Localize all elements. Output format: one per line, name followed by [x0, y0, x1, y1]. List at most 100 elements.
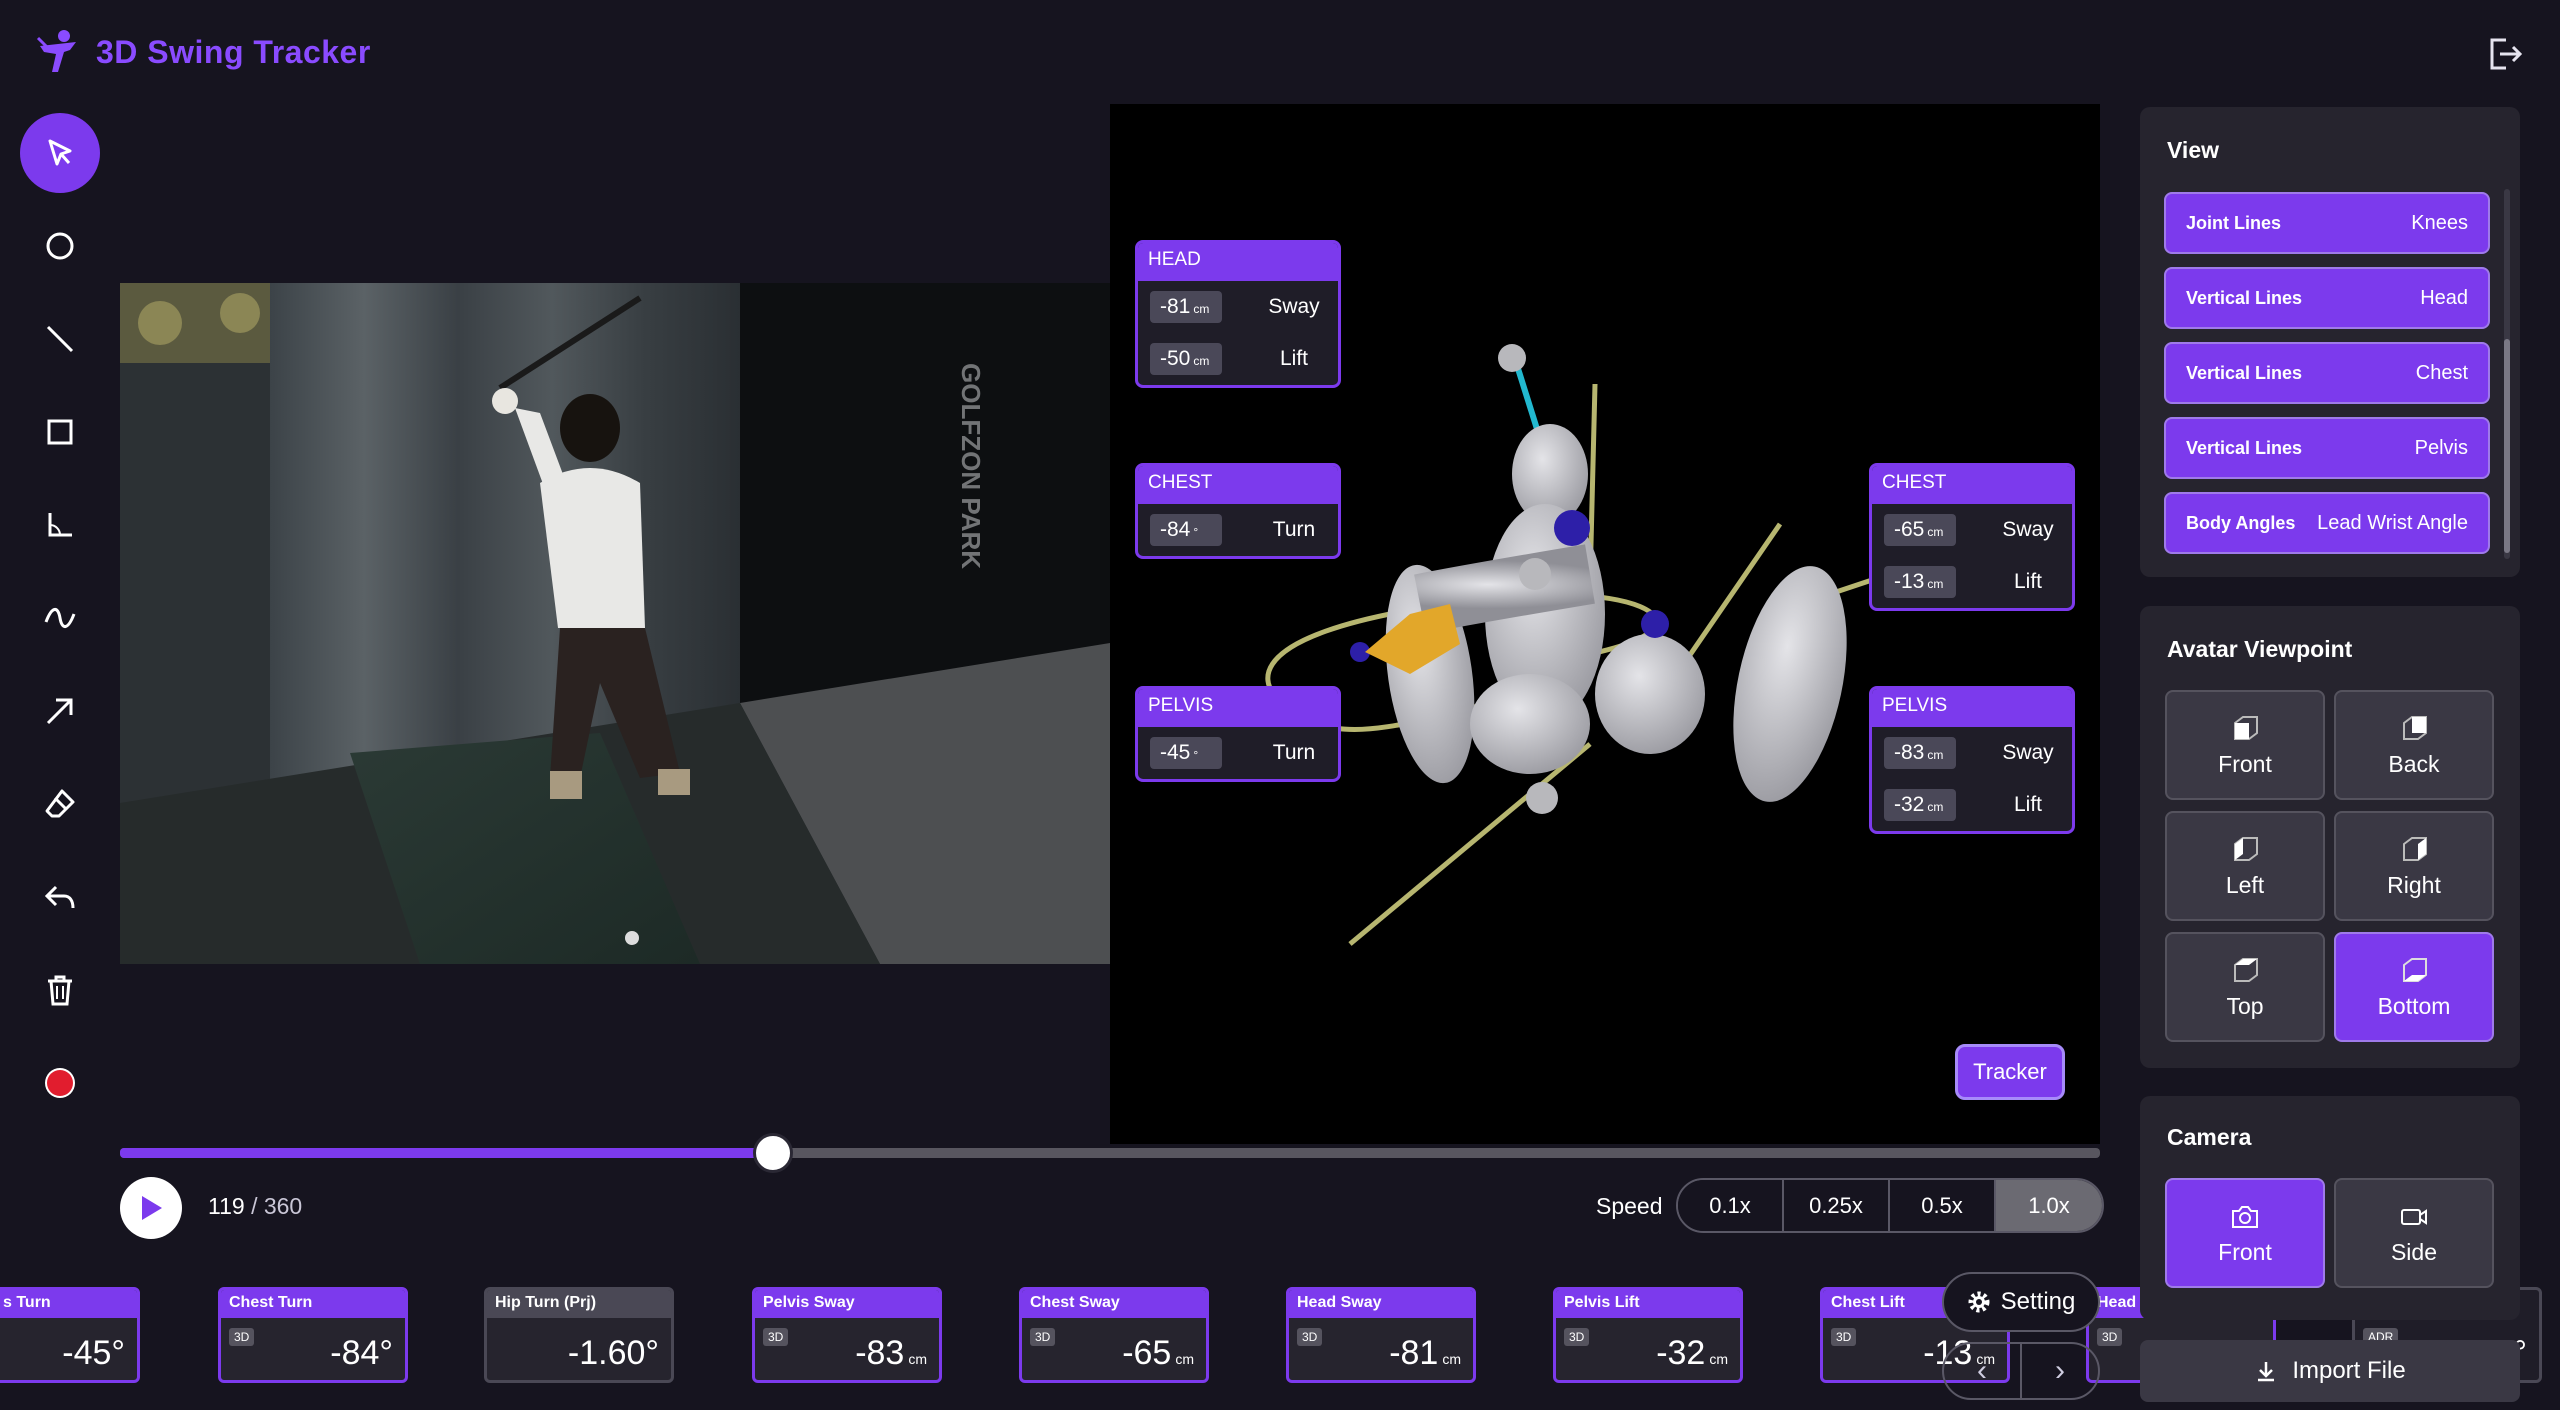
head-lift-label: Lift	[1279, 347, 1308, 370]
metric-value: -81	[1389, 1334, 1439, 1372]
viewpoint-right-label: Right	[2387, 871, 2441, 898]
timeline-scrubber-handle[interactable]	[753, 1133, 794, 1173]
setting-button[interactable]: Setting	[1942, 1272, 2100, 1332]
camera-side-button[interactable]: Side	[2334, 1178, 2494, 1288]
metric-card[interactable]: Chest Turn 3D -84°	[218, 1287, 408, 1383]
3d-badge: 3D	[1831, 1328, 1857, 1346]
eraser-tool-button[interactable]	[20, 764, 100, 844]
camera-front-button[interactable]: Front	[2165, 1178, 2325, 1288]
circle-tool-button[interactable]	[20, 206, 100, 286]
metric-value: -32	[1656, 1334, 1706, 1372]
cube-right-icon	[2403, 836, 2427, 861]
chest-sway-row: -65 cm Sway	[1872, 504, 2072, 556]
viewpoint-front-button[interactable]: Front	[2165, 690, 2325, 800]
avatar-3d-viewport[interactable]: HEAD -81 cm Sway -50 cm Lift CHEST -84 ° Tu…	[1110, 104, 2100, 1144]
playback-timeline[interactable]	[120, 1133, 2100, 1173]
drawing-toolbar	[20, 113, 100, 1136]
import-file-label: Import File	[2292, 1357, 2406, 1384]
metric-label: Hip Turn (Prj)	[487, 1290, 671, 1318]
view-item-category: Vertical Lines	[2186, 287, 2303, 308]
pelvis-lift-label: Lift	[2013, 793, 2042, 816]
chest-lift-row: -13 cm Lift	[1872, 556, 2072, 608]
trash-icon	[48, 975, 72, 1006]
curve-tool-button[interactable]	[20, 578, 100, 658]
metric-label: Chest Sway	[1022, 1290, 1206, 1318]
pelvis-turn-card-title: PELVIS	[1138, 689, 1338, 727]
record-tool-button[interactable]	[20, 1043, 100, 1123]
metric-card[interactable]: Head Sway 3D -81 cm	[1286, 1287, 1476, 1383]
view-panel: View Joint Lines Knees Vertical Lines He…	[2140, 107, 2520, 577]
pelvis-sway-lift-card: PELVIS -83 cm Sway -32 cm Lift	[1869, 686, 2075, 834]
metric-label: Head Sway	[1289, 1290, 1473, 1318]
metric-value: -83	[855, 1334, 905, 1372]
rectangle-tool-button[interactable]	[20, 392, 100, 472]
view-item-vertical-lines-chest[interactable]: Vertical Lines Chest	[2164, 342, 2490, 404]
undo-tool-button[interactable]	[20, 857, 100, 937]
view-item-vertical-lines-head[interactable]: Vertical Lines Head	[2164, 267, 2490, 329]
speed-selector: 0.1x 0.25x 0.5x 1.0x	[1676, 1178, 2104, 1233]
logout-icon[interactable]	[2484, 34, 2524, 74]
viewpoint-left-button[interactable]: Left	[2165, 811, 2325, 921]
pelvis-lift-value: -32	[1894, 793, 1925, 816]
view-item-value: Chest	[2415, 361, 2468, 384]
metric-card[interactable]: Pelvis Lift 3D -32 cm	[1553, 1287, 1743, 1383]
line-tool-button[interactable]	[20, 299, 100, 379]
tracker-button[interactable]: Tracker	[1955, 1044, 2065, 1100]
metric-card[interactable]: Hip Turn (Prj) -1.60°	[484, 1287, 674, 1383]
chest-sway-lift-card: CHEST -65 cm Sway -13 cm Lift	[1869, 463, 2075, 611]
eraser-icon	[45, 789, 75, 818]
pelvis-sway-lift-card-title: PELVIS	[1872, 689, 2072, 727]
metric-card[interactable]: Chest Sway 3D -65 cm	[1019, 1287, 1209, 1383]
cube-left-icon	[2234, 836, 2258, 861]
angle-icon	[48, 513, 72, 537]
chevron-right-icon[interactable]: ›	[2022, 1344, 2098, 1398]
metric-label: s Turn	[0, 1290, 137, 1318]
arrow-tool-button[interactable]	[20, 671, 100, 751]
camera-front-label: Front	[2218, 1238, 2272, 1265]
angle-tool-button[interactable]	[20, 485, 100, 565]
metric-strip-nav: ‹ ›	[1942, 1342, 2100, 1400]
frame-counter: 119 / 360	[208, 1193, 302, 1220]
view-panel-scroll-thumb[interactable]	[2504, 339, 2510, 553]
view-item-joint-lines-knees[interactable]: Joint Lines Knees	[2164, 192, 2490, 254]
trash-tool-button[interactable]	[20, 950, 100, 1030]
viewpoint-bottom-button[interactable]: Bottom	[2334, 932, 2494, 1042]
head-sway-label: Sway	[1268, 295, 1320, 318]
viewpoint-top-button[interactable]: Top	[2165, 932, 2325, 1042]
speed-option-0-25x[interactable]: 0.25x	[1784, 1180, 1890, 1231]
view-panel-scrollbar[interactable]	[2504, 189, 2510, 559]
view-item-vertical-lines-pelvis[interactable]: Vertical Lines Pelvis	[2164, 417, 2490, 479]
timeline-progress-fill	[120, 1148, 774, 1158]
app-logo: 3D Swing Tracker	[36, 28, 371, 76]
pelvis-turn-row: -45 ° Turn	[1138, 727, 1338, 779]
viewpoint-left-label: Left	[2225, 871, 2265, 898]
chevron-left-icon[interactable]: ‹	[1944, 1344, 2022, 1398]
play-button[interactable]	[120, 1177, 182, 1239]
swing-video-frame[interactable]: GOLFZON PARK	[120, 283, 1110, 964]
metric-card[interactable]: Pelvis Sway 3D -83 cm	[752, 1287, 942, 1383]
pelvis-sway-value: -83	[1894, 741, 1925, 764]
viewpoint-back-label: Back	[2388, 750, 2440, 777]
import-file-button[interactable]: Import File	[2140, 1340, 2520, 1402]
golfer-video-image: GOLFZON PARK	[120, 283, 1110, 964]
speed-option-0-5x[interactable]: 0.5x	[1890, 1180, 1996, 1231]
chest-turn-value: -84	[1160, 518, 1191, 541]
viewpoint-back-button[interactable]: Back	[2334, 690, 2494, 800]
golfer-logo-icon	[36, 30, 76, 72]
cube-front-icon	[2234, 715, 2258, 740]
pelvis-turn-label: Turn	[1272, 741, 1316, 764]
viewpoint-right-button[interactable]: Right	[2334, 811, 2494, 921]
speed-option-1-0x[interactable]: 1.0x	[1996, 1180, 2102, 1231]
pointer-tool-button[interactable]	[20, 113, 100, 193]
pelvis-lift-row: -32 cm Lift	[1872, 779, 2072, 831]
view-item-body-angles-lead-wrist[interactable]: Body Angles Lead Wrist Angle	[2164, 492, 2490, 554]
camera-panel-title: Camera	[2167, 1124, 2252, 1150]
avatar-viewpoint-title: Avatar Viewpoint	[2167, 636, 2353, 662]
head-lift-row: -50 cm Lift	[1138, 333, 1338, 385]
viewpoint-bottom-label: Bottom	[2377, 992, 2451, 1019]
speed-option-0-1x[interactable]: 0.1x	[1678, 1180, 1784, 1231]
head-card-title: HEAD	[1138, 243, 1338, 281]
arrow-icon	[46, 698, 73, 725]
speed-label: Speed	[1596, 1193, 1663, 1219]
metric-card[interactable]: s Turn -45°	[0, 1287, 140, 1383]
